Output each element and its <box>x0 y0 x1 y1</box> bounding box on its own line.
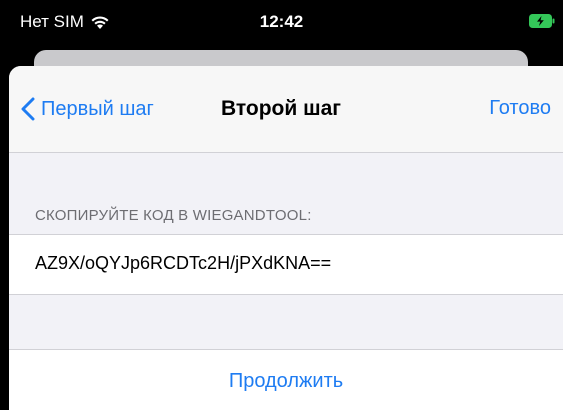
back-button[interactable]: Первый шаг <box>21 97 154 121</box>
section-header: СКОПИРУЙТЕ КОД В WIEGANDTOOL: <box>35 207 312 224</box>
nav-title: Второй шаг <box>221 97 342 120</box>
back-button-label: Первый шаг <box>41 97 154 120</box>
status-time: 12:42 <box>259 12 304 31</box>
navigation-bar: Первый шаг Второй шаг Готово <box>9 66 563 153</box>
continue-cell[interactable]: Продолжить <box>9 349 563 410</box>
status-bar: Нет SIM 12:42 <box>0 0 563 44</box>
code-value[interactable]: AZ9X/oQYJp6RCDTc2H/jPXdKNA== <box>35 253 331 274</box>
battery-charging-icon <box>529 14 555 28</box>
modal-sheet: Первый шаг Второй шаг Готово СКОПИРУЙТЕ … <box>9 66 563 410</box>
code-cell[interactable]: AZ9X/oQYJp6RCDTc2H/jPXdKNA== <box>9 234 563 295</box>
continue-button[interactable]: Продолжить <box>9 370 563 393</box>
chevron-left-icon <box>21 97 35 121</box>
done-button[interactable]: Готово <box>489 97 551 120</box>
